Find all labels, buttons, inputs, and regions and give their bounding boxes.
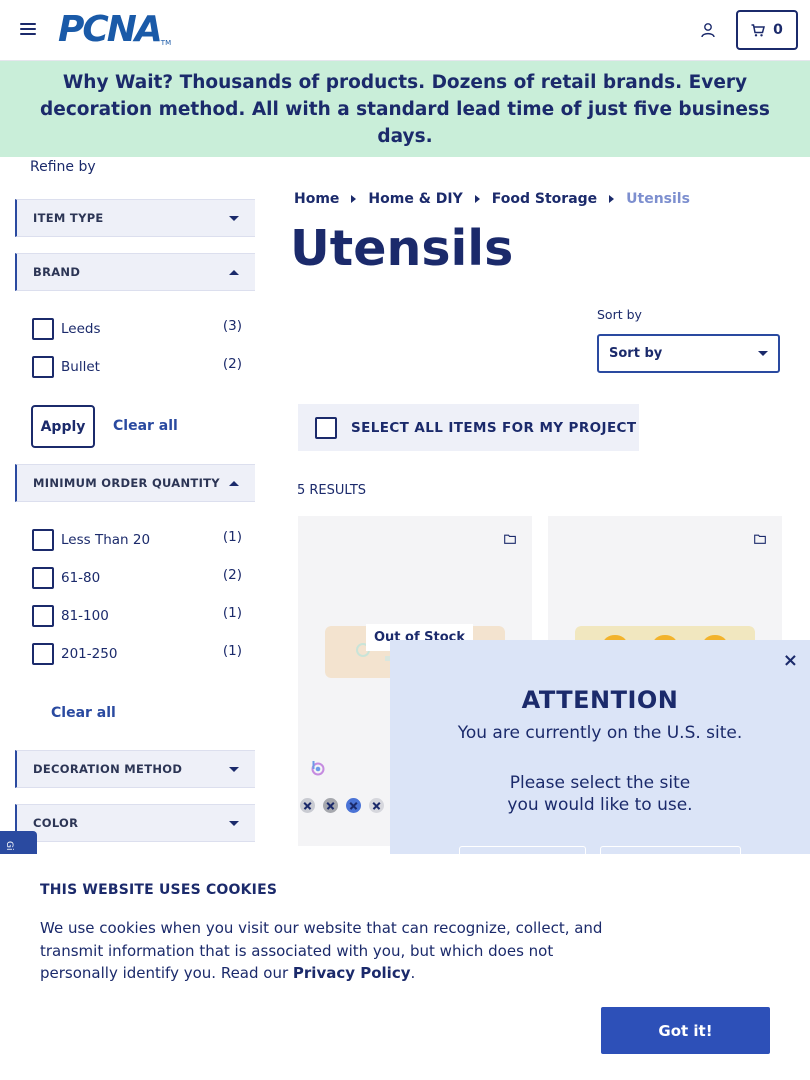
cookie-title: THIS WEBSITE USES COOKIES — [40, 882, 278, 898]
breadcrumb-home[interactable]: Home — [294, 191, 339, 207]
moq-option[interactable]: 201-250 (1) — [32, 643, 242, 667]
cookie-body-end: . — [410, 964, 416, 982]
facet-item-type[interactable]: ITEM TYPE — [15, 199, 255, 237]
cookie-body: We use cookies when you visit our websit… — [40, 917, 610, 985]
checkbox[interactable] — [32, 356, 54, 378]
modal-subtitle: You are currently on the U.S. site. — [457, 723, 743, 743]
add-to-project-icon[interactable] — [754, 534, 766, 544]
select-all-label: SELECT ALL ITEMS FOR MY PROJECT — [351, 419, 637, 436]
option-label: Less Than 20 — [61, 532, 151, 548]
menu-icon[interactable] — [20, 23, 36, 37]
results-count: 5 RESULTS — [297, 483, 367, 498]
clear-all-moq-link[interactable]: Clear all — [51, 705, 116, 721]
facet-label: MINIMUM ORDER QUANTITY — [33, 476, 220, 490]
breadcrumb-arrow-icon — [609, 195, 615, 203]
select-all-items[interactable]: SELECT ALL ITEMS FOR MY PROJECT — [298, 404, 639, 451]
breadcrumb-arrow-icon — [351, 195, 357, 203]
color-swatch[interactable] — [369, 798, 384, 813]
caret-down-icon — [229, 820, 239, 826]
promo-banner: Why Wait? Thousands of products. Dozens … — [0, 61, 810, 157]
caret-down-icon — [229, 215, 239, 221]
sort-dropdown[interactable]: Sort by — [597, 334, 780, 373]
apply-button[interactable]: Apply — [31, 405, 95, 448]
breadcrumb-home-diy[interactable]: Home & DIY — [368, 191, 462, 207]
add-to-project-icon[interactable] — [504, 534, 516, 544]
option-count: (3) — [222, 318, 242, 334]
facet-color[interactable]: COLOR — [15, 804, 255, 842]
option-count: (1) — [222, 643, 242, 659]
logo-text: PCNA — [58, 9, 163, 50]
site-header: PCNATM 0 — [0, 0, 810, 61]
brand-logo-icon — [311, 761, 325, 776]
breadcrumb-current: Utensils — [626, 191, 690, 207]
option-count: (1) — [222, 529, 242, 545]
facet-label: DECORATION METHOD — [33, 762, 183, 776]
got-it-button[interactable]: Got it! — [601, 1007, 770, 1054]
breadcrumb-arrow-icon — [474, 195, 480, 203]
user-account-icon[interactable] — [700, 22, 716, 38]
cart-icon — [751, 23, 766, 36]
sort-value: Sort by — [609, 346, 663, 361]
option-label: Leeds — [61, 321, 101, 337]
color-swatch[interactable] — [323, 798, 338, 813]
option-label: Bullet — [61, 359, 100, 375]
moq-option[interactable]: 81-100 (1) — [32, 605, 242, 629]
side-tab-text: Gi — [4, 841, 14, 851]
brand-option-leeds[interactable]: Leeds (3) — [32, 318, 242, 342]
promo-banner-text: Why Wait? Thousands of products. Dozens … — [40, 71, 770, 147]
checkbox[interactable] — [32, 643, 54, 665]
checkbox[interactable] — [32, 605, 54, 627]
breadcrumb: Home Home & DIY Food Storage Utensils — [294, 191, 690, 207]
close-icon[interactable]: × — [783, 650, 798, 671]
facet-minimum-order-quantity[interactable]: MINIMUM ORDER QUANTITY — [15, 464, 255, 502]
refine-label: Refine by — [30, 159, 96, 175]
cart-count: 0 — [773, 22, 783, 38]
clear-all-brand-link[interactable]: Clear all — [113, 418, 178, 434]
facet-label: BRAND — [33, 265, 81, 279]
option-label: 201-250 — [61, 646, 118, 662]
modal-title: ATTENTION — [521, 686, 679, 714]
cart-button[interactable]: 0 — [736, 10, 798, 50]
facet-decoration-method[interactable]: DECORATION METHOD — [15, 750, 255, 788]
caret-down-icon — [229, 766, 239, 772]
option-count: (1) — [222, 605, 242, 621]
checkbox[interactable] — [32, 567, 54, 589]
breadcrumb-food-storage[interactable]: Food Storage — [492, 191, 597, 207]
facet-label: COLOR — [33, 816, 79, 830]
color-swatch[interactable] — [300, 798, 315, 813]
color-swatches — [300, 798, 384, 813]
checkbox[interactable] — [32, 318, 54, 340]
option-label: 61-80 — [61, 570, 101, 586]
caret-up-icon — [229, 269, 239, 275]
moq-option[interactable]: Less Than 20 (1) — [32, 529, 242, 553]
privacy-policy-link[interactable]: Privacy Policy — [293, 964, 411, 982]
brand-option-bullet[interactable]: Bullet (2) — [32, 356, 242, 380]
option-count: (2) — [222, 356, 242, 372]
page-title: Utensils — [290, 220, 514, 277]
sort-label: Sort by — [597, 307, 642, 322]
chevron-down-icon — [758, 351, 768, 356]
caret-up-icon — [229, 480, 239, 486]
logo-tm: TM — [160, 39, 172, 47]
option-label: 81-100 — [61, 608, 109, 624]
moq-option[interactable]: 61-80 (2) — [32, 567, 242, 591]
pcna-logo[interactable]: PCNATM — [58, 12, 172, 48]
select-all-checkbox[interactable] — [315, 416, 337, 439]
site-selection-modal: × ATTENTION You are currently on the U.S… — [390, 640, 810, 860]
facet-label: ITEM TYPE — [33, 211, 104, 225]
modal-prompt: Please select the site you would like to… — [507, 773, 693, 815]
checkbox[interactable] — [32, 529, 54, 551]
facet-brand[interactable]: BRAND — [15, 253, 255, 291]
color-swatch[interactable] — [346, 798, 361, 813]
cookie-banner: THIS WEBSITE USES COOKIES We use cookies… — [0, 854, 810, 1080]
option-count: (2) — [222, 567, 242, 583]
